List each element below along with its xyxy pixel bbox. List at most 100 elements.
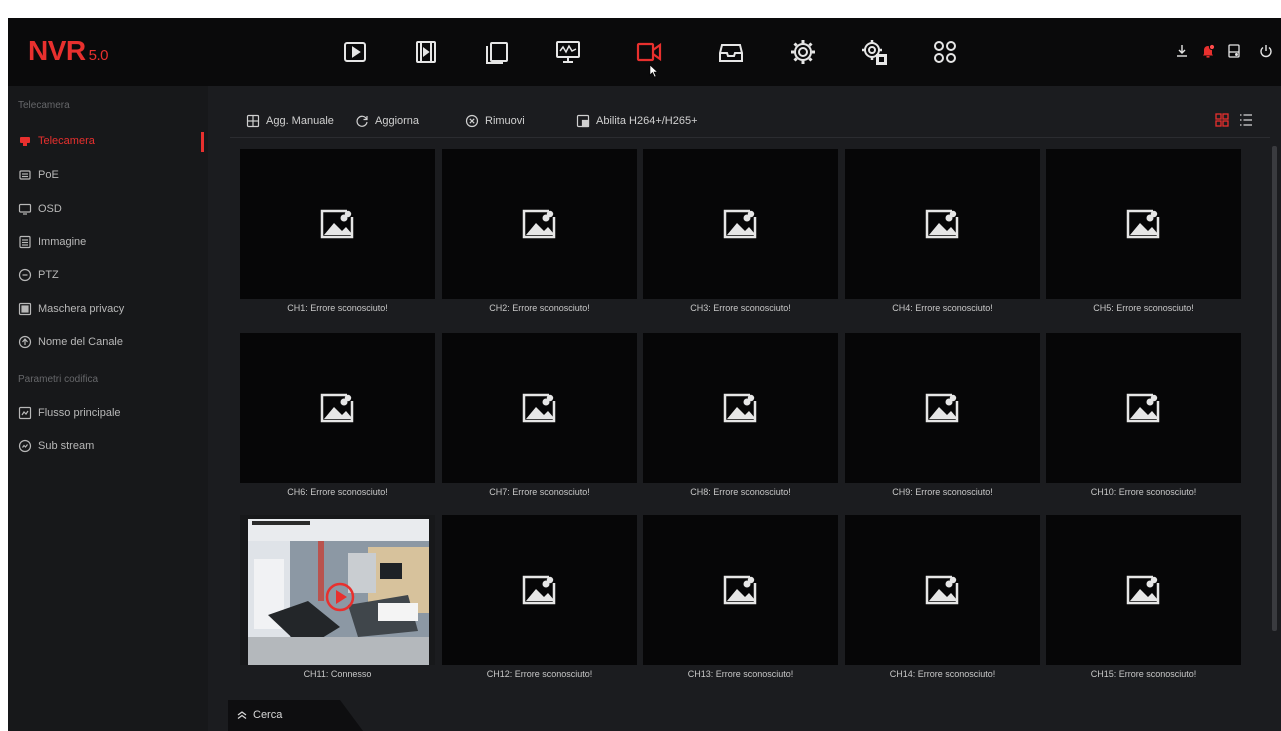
sidebar-item-immagine[interactable]: Immagine [8,229,208,255]
channel-cell[interactable]: CH1: Errore sconosciuto! [240,149,435,317]
channel-cell[interactable]: CH9: Errore sconosciuto! [845,333,1040,501]
chevron-up-double-icon [237,711,247,719]
image-placeholder-icon [925,574,961,605]
channel-thumbnail[interactable] [1046,149,1241,299]
search-tab[interactable]: Cerca [228,700,363,731]
advanced-settings-icon[interactable] [854,32,894,72]
files-icon[interactable] [477,32,517,72]
channel-cell[interactable]: CH11: Connesso [240,515,435,683]
channel-cell[interactable]: CH2: Errore sconosciuto! [442,149,637,317]
system-monitor-icon[interactable] [548,32,588,72]
sidebar-item-osd[interactable]: OSD [8,196,208,222]
image-placeholder-icon [723,574,759,605]
channel-cell[interactable]: CH6: Errore sconosciuto! [240,333,435,501]
sidebar: Telecamera Telecamera PoE OSD Immagine P… [8,86,208,731]
channel-cell[interactable]: CH3: Errore sconosciuto! [643,149,838,317]
refresh-button[interactable]: Aggiorna [355,112,419,130]
download-icon[interactable] [1171,40,1193,62]
scrollbar-thumb[interactable] [1272,146,1277,631]
channel-caption: CH15: Errore sconosciuto! [1090,669,1197,679]
sidebar-item-poe[interactable]: PoE [8,162,208,188]
alarm-notification-icon[interactable] [1197,40,1219,62]
sidebar-item-label: Nome del Canale [38,336,123,348]
channel-thumbnail[interactable] [240,333,435,483]
sidebar-item-ptz[interactable]: PTZ [8,262,208,288]
image-placeholder-icon [320,392,356,423]
image-placeholder-icon [723,208,759,239]
refresh-icon [356,115,368,127]
channel-thumbnail[interactable] [845,149,1040,299]
channel-thumbnail[interactable] [845,333,1040,483]
channel-cell[interactable]: CH8: Errore sconosciuto! [643,333,838,501]
main-stream-icon [18,406,32,420]
channel-thumbnail[interactable] [442,149,637,299]
channel-caption: CH4: Errore sconosciuto! [892,303,993,313]
channel-thumbnail[interactable] [845,515,1040,665]
remove-button[interactable]: Rimuovi [465,112,525,130]
channel-thumbnail[interactable] [1046,333,1241,483]
channel-caption: CH10: Errore sconosciuto! [1090,487,1197,497]
sidebar-item-channel-name[interactable]: Nome del Canale [8,329,208,355]
disk-icon[interactable] [1223,40,1245,62]
enable-codec-button[interactable]: Abilita H264+/H265+ [576,112,698,130]
channel-thumbnail[interactable] [442,333,637,483]
power-icon[interactable] [1255,40,1277,62]
channel-caption: CH2: Errore sconosciuto! [489,303,590,313]
remove-icon [465,114,479,128]
privacy-mask-icon [18,302,32,316]
sidebar-item-privacy-mask[interactable]: Maschera privacy [8,296,208,322]
sidebar-item-label: Flusso principale [38,407,121,419]
monitor-icon [18,202,32,216]
image-placeholder-icon [522,574,558,605]
inbox-icon[interactable] [711,32,751,72]
video-clips-icon[interactable] [406,32,446,72]
playback-icon[interactable] [335,32,375,72]
apps-grid-icon[interactable] [925,32,965,72]
channel-caption: CH7: Errore sconosciuto! [489,487,590,497]
nvr-screen: NVR 5.0 Telecamera Telecamera PoE OSD Im… [8,18,1281,731]
channel-caption: CH1: Errore sconosciuto! [287,303,388,313]
channel-thumbnail[interactable] [643,333,838,483]
camera-toolbar: Agg. Manuale Aggiorna Rimuovi Abilita H2… [230,104,1270,138]
channel-cell[interactable]: CH13: Errore sconosciuto! [643,515,838,683]
sidebar-item-main-stream[interactable]: Flusso principale [8,400,208,426]
channel-thumbnail[interactable] [643,149,838,299]
channel-thumbnail[interactable] [1046,515,1241,665]
channel-caption: CH12: Errore sconosciuto! [486,669,593,679]
sidebar-item-telecamera[interactable]: Telecamera [8,128,208,154]
channel-caption: CH13: Errore sconosciuto! [687,669,794,679]
channel-cell[interactable]: CH10: Errore sconosciuto! [1046,333,1241,501]
sidebar-item-sub-stream[interactable]: Sub stream [8,433,208,459]
channel-cell[interactable]: CH14: Errore sconosciuto! [845,515,1040,683]
channel-live-preview[interactable] [240,515,435,665]
image-placeholder-icon [1126,574,1162,605]
channel-thumbnail[interactable] [240,149,435,299]
image-placeholder-icon [1126,392,1162,423]
channel-caption: CH8: Errore sconosciuto! [690,487,791,497]
channel-thumbnail[interactable] [442,515,637,665]
sidebar-item-label: Sub stream [38,440,95,452]
channel-caption: CH5: Errore sconosciuto! [1093,303,1194,313]
channel-thumbnail[interactable] [643,515,838,665]
sidebar-item-label: Telecamera [38,135,95,147]
add-manual-button[interactable]: Agg. Manuale [246,112,334,130]
settings-gear-icon[interactable] [783,32,823,72]
grid-view-toggle[interactable] [1214,112,1230,128]
channel-cell[interactable]: CH4: Errore sconosciuto! [845,149,1040,317]
nvr-logo: NVR 5.0 [28,35,108,66]
channel-cell[interactable]: CH7: Errore sconosciuto! [442,333,637,501]
channel-cell[interactable]: CH5: Errore sconosciuto! [1046,149,1241,317]
mouse-cursor-icon [649,64,659,78]
system-tray [1171,40,1281,62]
list-view-toggle[interactable] [1238,112,1254,128]
channel-cell[interactable]: CH12: Errore sconosciuto! [442,515,637,683]
channel-caption: CH9: Errore sconosciuto! [892,487,993,497]
image-placeholder-icon [925,208,961,239]
image-placeholder-icon [522,392,558,423]
sidebar-item-label: OSD [38,203,62,215]
add-manual-label: Agg. Manuale [266,115,334,127]
ptz-icon [18,268,32,282]
add-camera-icon [246,114,260,128]
channel-cell[interactable]: CH15: Errore sconosciuto! [1046,515,1241,683]
list-view-icon [1240,114,1252,126]
